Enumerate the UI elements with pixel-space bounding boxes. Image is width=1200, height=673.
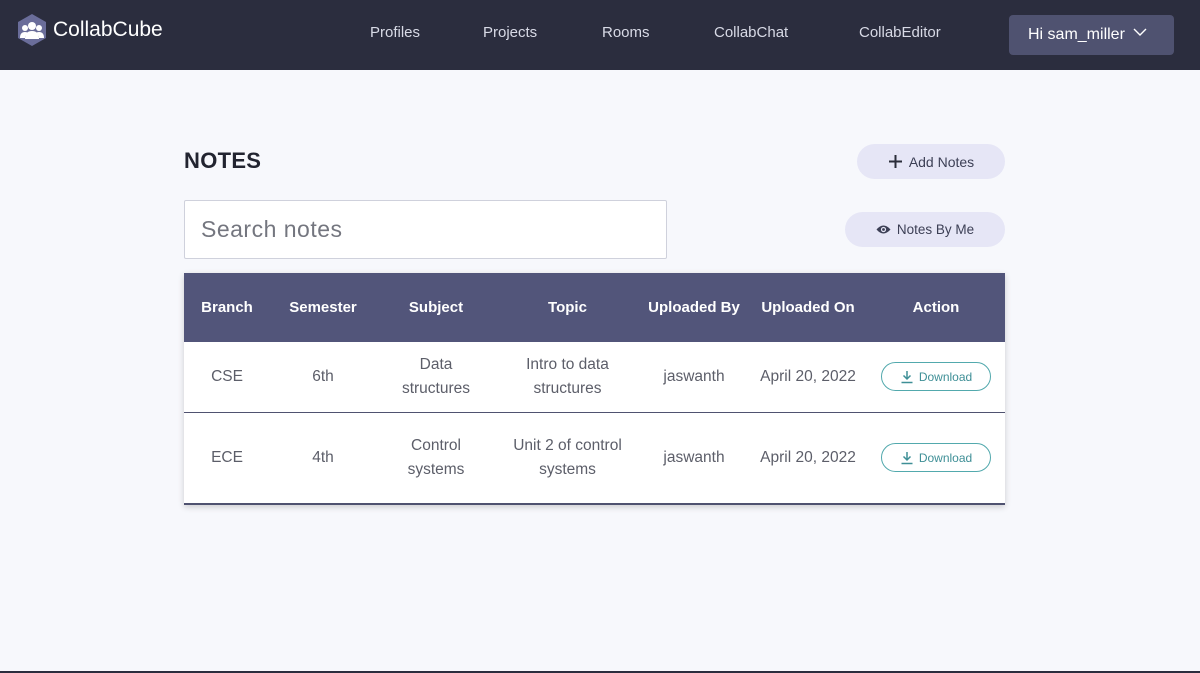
column-header-uploaded-on: Uploaded On [749,273,867,342]
cell-semester: 4th [312,448,334,466]
column-header-subject: Subject [376,273,496,342]
plus-icon [888,155,902,168]
table-header-row: Branch Semester Subject Topic Uploaded B… [184,273,1005,342]
nav-link-profiles[interactable]: Profiles [370,24,420,41]
add-notes-label: Add Notes [908,153,975,170]
download-button[interactable]: Download [881,362,991,391]
column-header-branch: Branch [184,273,270,342]
cell-uploaded-on: April 20, 2022 [760,448,856,466]
cell-action: Download [867,412,1005,504]
cell-branch: ECE [211,448,243,466]
column-header-uploaded-by: Uploaded By [639,273,749,342]
cell-semester: 6th [312,367,334,385]
table-row: ECE 4th Control systems Unit 2 of contro… [184,412,1005,504]
cell-uploaded-by: jaswanth [663,448,725,466]
nav-link-rooms[interactable]: Rooms [602,24,650,41]
nav-link-projects[interactable]: Projects [483,24,537,41]
notes-by-me-button[interactable]: Notes By Me [845,212,1005,247]
download-icon [901,451,913,464]
top-navbar: CollabCube Profiles Projects Rooms Colla… [0,0,1200,70]
column-header-semester: Semester [270,273,376,342]
user-menu-button[interactable]: Hi sam_miller [1009,15,1174,55]
table-row: CSE 6th Data structures Intro to data st… [184,342,1005,412]
download-button[interactable]: Download [881,443,991,472]
download-icon [901,370,913,383]
download-label: Download [918,369,973,384]
cell-topic: Intro to data structures [526,355,609,397]
cell-subject: Data structures [401,355,471,397]
notes-by-me-label: Notes By Me [896,222,975,237]
page-title: NOTES [184,148,262,173]
search-notes-input[interactable] [184,200,667,259]
nav-link-collabchat[interactable]: CollabChat [714,24,788,41]
chevron-down-icon [1133,28,1147,36]
column-header-action: Action [867,273,1005,342]
cell-subject: Control systems [407,436,465,478]
cell-uploaded-by: jaswanth [663,367,725,385]
nav-link-collabeditor[interactable]: CollabEditor [859,24,941,41]
cell-branch: CSE [211,367,243,385]
download-label: Download [918,450,973,465]
cell-action: Download [867,342,1005,412]
add-notes-button[interactable]: Add Notes [857,144,1005,179]
eye-icon [876,225,891,234]
column-header-topic: Topic [496,273,639,342]
cell-topic: Unit 2 of control systems [513,436,622,478]
user-greeting: Hi sam_miller [1028,26,1125,43]
cell-uploaded-on: April 20, 2022 [760,367,856,385]
notes-table: Branch Semester Subject Topic Uploaded B… [184,273,1005,505]
